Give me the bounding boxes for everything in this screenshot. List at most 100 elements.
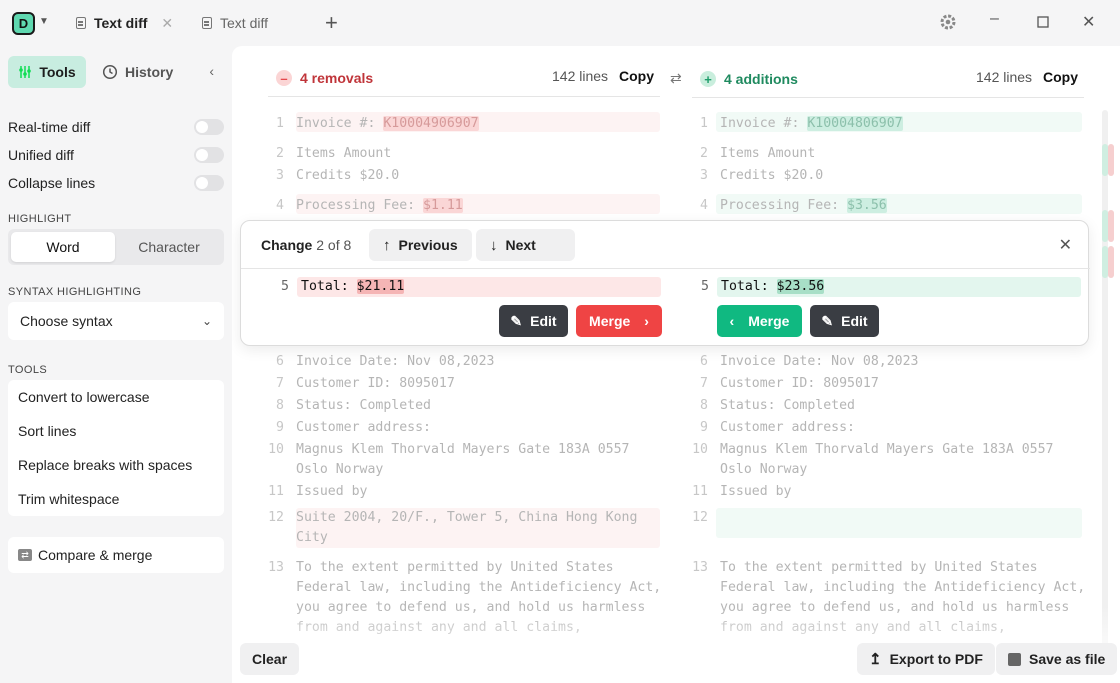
- switch[interactable]: [194, 119, 224, 135]
- save-icon: [1008, 652, 1021, 666]
- line-number: 2: [700, 146, 708, 161]
- code-line: from and against any and all claims,: [720, 620, 1006, 635]
- code-line: Customer ID: 8095017: [720, 376, 879, 391]
- code-line: Federal law, including the Antideficienc…: [296, 580, 662, 595]
- syntax-value: Choose syntax: [20, 313, 113, 329]
- code-line: Oslo Norway: [296, 462, 384, 477]
- export-label: Export to PDF: [889, 651, 983, 667]
- change-counter: Change 2 of 8: [261, 237, 352, 253]
- code-line: Items Amount: [296, 146, 392, 161]
- left-copy-button[interactable]: Copy: [619, 68, 654, 84]
- scroll-marker[interactable]: [1108, 144, 1114, 176]
- code-line: Issued by: [296, 484, 368, 499]
- tools-button[interactable]: Tools: [8, 56, 86, 88]
- pencil-icon: ✎: [510, 312, 523, 329]
- history-icon: [102, 64, 118, 80]
- swap-icon[interactable]: ⇄: [670, 70, 682, 87]
- syntax-select[interactable]: Choose syntax ⌄: [8, 302, 224, 340]
- compare-merge-button[interactable]: ⇄ Compare & merge: [8, 537, 224, 573]
- added-line[interactable]: Total: $23.56: [717, 277, 1081, 297]
- compare-label: Compare & merge: [38, 547, 153, 563]
- code-line: Customer ID: 8095017: [296, 376, 455, 391]
- new-tab-icon[interactable]: +: [325, 10, 338, 36]
- app-logo[interactable]: D: [12, 12, 35, 35]
- arrow-up-icon: ↑: [383, 236, 391, 254]
- minimize-icon[interactable]: –: [990, 10, 999, 28]
- toggle-collapse-lines[interactable]: Collapse lines: [8, 172, 224, 194]
- next-label: Next: [505, 237, 536, 253]
- collapse-sidebar-icon[interactable]: ‹: [209, 63, 214, 79]
- next-change-button[interactable]: ↓ Next: [476, 229, 575, 261]
- right-pane-header: + 4 additions: [700, 61, 798, 97]
- toggle-realtime-diff[interactable]: Real-time diff: [8, 116, 224, 138]
- line-number: 5: [281, 279, 289, 294]
- line-number: 10: [692, 442, 708, 457]
- upload-icon: ↥: [869, 651, 882, 668]
- added-token: $23.56: [776, 279, 825, 294]
- switch[interactable]: [194, 175, 224, 191]
- changed-row-bg: [716, 508, 1082, 538]
- syntax-section-label: SYNTAX HIGHLIGHTING: [8, 286, 142, 298]
- close-window-icon[interactable]: ✕: [1082, 12, 1095, 32]
- previous-change-button[interactable]: ↑ Previous: [369, 229, 472, 261]
- line-number: 3: [276, 168, 284, 183]
- close-icon[interactable]: ✕: [1059, 235, 1072, 255]
- edit-right-button[interactable]: ✎ Edit: [810, 305, 879, 337]
- tab-text-diff-2[interactable]: Text diff: [202, 0, 268, 46]
- document-icon: [202, 17, 212, 29]
- compare-icon: ⇄: [18, 549, 32, 561]
- toggle-unified-diff[interactable]: Unified diff: [8, 144, 224, 166]
- tab-text-diff-1[interactable]: Text diff ✕: [76, 0, 173, 46]
- diff-scrollbar[interactable]: [1102, 110, 1108, 650]
- scroll-marker[interactable]: [1108, 246, 1114, 278]
- merge-label: Merge: [748, 313, 790, 329]
- chevron-down-icon[interactable]: ▼: [39, 16, 49, 27]
- export-pdf-button[interactable]: ↥ Export to PDF: [857, 643, 995, 675]
- scroll-marker[interactable]: [1108, 210, 1114, 242]
- removed-token: $1.11: [423, 198, 463, 213]
- code-line: Invoice #: K10004806907: [720, 116, 903, 131]
- code-line: Processing Fee: $1.11: [296, 198, 463, 213]
- code-line: you agree to defend us, and hold us harm…: [296, 600, 646, 615]
- line-number: 6: [700, 354, 708, 369]
- edit-left-button[interactable]: ✎ Edit: [499, 305, 568, 337]
- removed-token: $21.11: [356, 279, 405, 294]
- removed-line[interactable]: Total: $21.11: [297, 277, 661, 297]
- line-number: 9: [700, 420, 708, 435]
- highlight-character-option[interactable]: Character: [117, 232, 221, 262]
- line-number: 11: [268, 484, 284, 499]
- tools-section-label: TOOLS: [8, 364, 48, 376]
- clear-button[interactable]: Clear: [240, 643, 300, 675]
- tool-trim-whitespace[interactable]: Trim whitespace: [8, 482, 224, 516]
- gear-icon[interactable]: [939, 13, 957, 36]
- plus-icon: +: [700, 71, 716, 87]
- right-copy-button[interactable]: Copy: [1043, 69, 1078, 85]
- save-file-button[interactable]: Save as file: [996, 643, 1118, 675]
- switch[interactable]: [194, 147, 224, 163]
- code-line: Invoice #: K10004906907: [296, 116, 479, 131]
- line-number: 13: [692, 560, 708, 575]
- highlight-word-option[interactable]: Word: [11, 232, 115, 262]
- maximize-icon[interactable]: [1037, 15, 1049, 33]
- minus-icon: –: [276, 70, 292, 86]
- line-number: 3: [700, 168, 708, 183]
- merge-right-button[interactable]: Merge ›: [576, 305, 662, 337]
- line-number: 13: [268, 560, 284, 575]
- tool-replace-breaks[interactable]: Replace breaks with spaces: [8, 448, 224, 482]
- tool-convert-lowercase[interactable]: Convert to lowercase: [8, 380, 224, 414]
- sidebar: Tools History ‹ Real-time diff Unified d…: [0, 46, 232, 683]
- left-line-count: 142 lines: [552, 68, 609, 84]
- merge-label: Merge: [589, 313, 631, 329]
- highlight-section-label: HIGHLIGHT: [8, 213, 72, 225]
- additions-title: 4 additions: [724, 71, 798, 87]
- toggle-label: Real-time diff: [8, 119, 91, 135]
- history-button[interactable]: History: [102, 56, 173, 88]
- close-icon[interactable]: ✕: [161, 15, 173, 32]
- merge-left-button[interactable]: ‹ Merge: [717, 305, 802, 337]
- line-number: 1: [700, 116, 708, 131]
- tool-sort-lines[interactable]: Sort lines: [8, 414, 224, 448]
- previous-label: Previous: [398, 237, 458, 253]
- code-line: To the extent permitted by United States: [720, 560, 1038, 575]
- right-line-count: 142 lines: [976, 69, 1033, 85]
- code-line: from and against any and all claims,: [296, 620, 582, 635]
